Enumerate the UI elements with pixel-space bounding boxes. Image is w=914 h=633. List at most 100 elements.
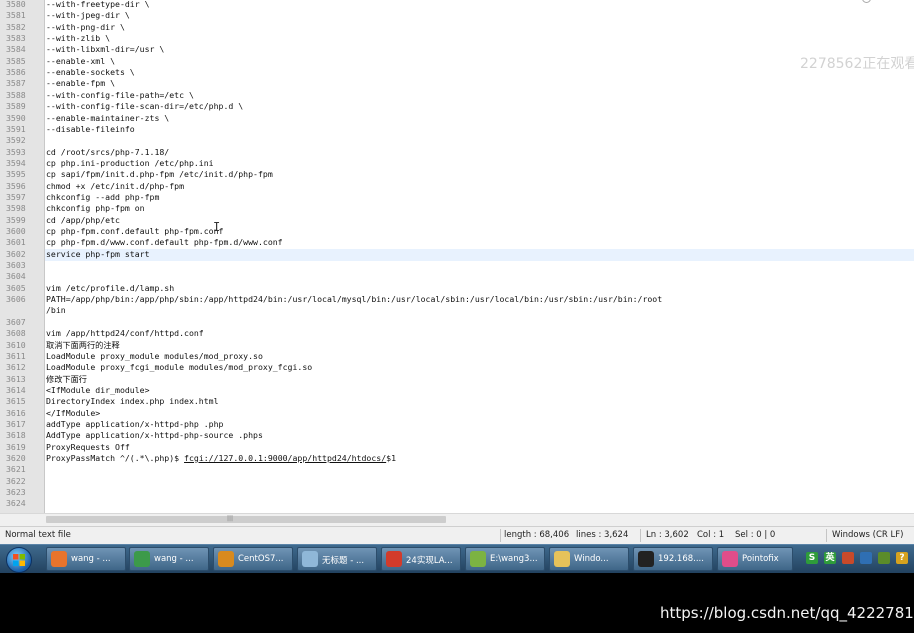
code-line[interactable]: cp php-fpm.conf.default php-fpm.conf: [46, 226, 223, 237]
code-line[interactable]: --with-png-dir \: [46, 22, 125, 33]
code-line[interactable]: --with-freetype-dir \: [46, 0, 150, 10]
line-number: 3613: [6, 373, 26, 384]
code-line[interactable]: --enable-sockets \: [46, 67, 135, 78]
line-number: 3585: [6, 55, 26, 66]
line-number: [0, 305, 44, 316]
code-line[interactable]: --with-config-file-path=/etc \: [46, 90, 194, 101]
code-line[interactable]: 修改下面行: [46, 374, 87, 385]
taskbar-button[interactable]: wang - ...: [129, 547, 209, 571]
code-line[interactable]: ProxyRequests Off: [46, 442, 130, 453]
tray-icon-5[interactable]: [878, 552, 890, 564]
code-line[interactable]: cp php.ini-production /etc/php.ini: [46, 158, 214, 169]
taskbar-button[interactable]: 192.168....: [633, 547, 713, 571]
tray-icon-6[interactable]: ?: [896, 552, 908, 564]
code-line[interactable]: <IfModule dir_module>: [46, 385, 150, 396]
code-line-text: LoadModule proxy_module modules/mod_prox…: [46, 350, 263, 361]
line-number: 3594: [6, 157, 26, 168]
taskbar-button[interactable]: 无标题 - ...: [297, 547, 377, 571]
start-button[interactable]: [6, 547, 32, 573]
status-length: length : 68,406: [504, 530, 570, 540]
code-line[interactable]: --with-jpeg-dir \: [46, 10, 130, 21]
taskbar-button-label: Pointofix: [742, 554, 779, 564]
code-line[interactable]: chmod +x /etc/init.d/php-fpm: [46, 181, 184, 192]
code-line[interactable]: </IfModule>: [46, 408, 100, 419]
taskbar-button[interactable]: CentOS7...: [213, 547, 293, 571]
code-line[interactable]: --enable-maintainer-zts \: [46, 113, 169, 124]
code-line-text: cd /app/php/etc: [46, 214, 120, 225]
tray-icon-3[interactable]: [842, 552, 854, 564]
line-number: 3624: [6, 498, 26, 509]
taskbar-button[interactable]: Windo...: [549, 547, 629, 571]
code-line[interactable]: cp sapi/fpm/init.d.php-fpm /etc/init.d/p…: [46, 169, 273, 180]
taskbar-button-label: E:\wang3...: [490, 554, 538, 564]
line-number: 3610: [6, 339, 26, 350]
code-line-text: --with-png-dir \: [46, 21, 125, 32]
taskbar-button[interactable]: 24实现LA...: [381, 547, 461, 571]
line-number: 3603: [6, 260, 26, 271]
code-line[interactable]: --enable-xml \: [46, 56, 115, 67]
taskbar-button[interactable]: Pointofix: [717, 547, 793, 571]
code-line-text: --with-freetype-dir \: [46, 0, 150, 9]
line-number: 3584: [6, 44, 26, 55]
line-number: 3591: [6, 123, 26, 134]
code-line[interactable]: --with-libxml-dir=/usr \: [46, 44, 164, 55]
notepadpp-icon: [470, 551, 486, 567]
code-line[interactable]: LoadModule proxy_fcgi_module modules/mod…: [46, 362, 312, 373]
code-link[interactable]: fcgi://127.0.0.1:9000/app/httpd24/htdocs…: [184, 453, 386, 463]
line-number: 3599: [6, 214, 26, 225]
code-line[interactable]: DirectoryIndex index.php index.html: [46, 396, 219, 407]
scrollbar-thumb[interactable]: [46, 516, 446, 523]
code-line[interactable]: /bin: [46, 305, 66, 316]
status-divider: [500, 529, 501, 542]
code-line[interactable]: cp php-fpm.d/www.conf.default php-fpm.d/…: [46, 237, 283, 248]
line-number: 3602: [6, 248, 26, 259]
code-line[interactable]: addType application/x-httpd-php .php: [46, 419, 223, 430]
scrollbar-grip-icon: |||: [227, 515, 234, 522]
text-cursor-icon: I: [213, 220, 221, 234]
lang-icon[interactable]: 英: [824, 552, 836, 564]
code-line-text: chkconfig php-fpm on: [46, 203, 145, 214]
code-line-text: cd /root/srcs/php-7.1.18/: [46, 146, 170, 157]
terminal-icon: [638, 551, 654, 567]
system-tray: S 英?: [800, 547, 914, 571]
code-line[interactable]: LoadModule proxy_module modules/mod_prox…: [46, 351, 263, 362]
code-line[interactable]: PATH=/app/php/bin:/app/php/sbin:/app/htt…: [46, 294, 662, 305]
code-line[interactable]: --disable-fileinfo: [46, 124, 135, 135]
taskbar-button[interactable]: wang - ...: [46, 547, 126, 571]
code-line[interactable]: vim /app/httpd24/conf/httpd.conf: [46, 328, 204, 339]
code-line[interactable]: service php-fpm start: [46, 249, 150, 260]
line-number: 3596: [6, 180, 26, 191]
code-line[interactable]: vim /etc/profile.d/lamp.sh: [46, 283, 174, 294]
code-line[interactable]: --enable-fpm \: [46, 78, 115, 89]
vmware-icon: [218, 551, 234, 567]
taskbar-button-label: 24实现LA...: [406, 556, 453, 566]
code-line[interactable]: AddType application/x-httpd-php-source .…: [46, 430, 263, 441]
code-line[interactable]: chkconfig php-fpm on: [46, 203, 145, 214]
text-editor[interactable]: 3580 3581 3582 3583 3584 3585 3586 3587 3588 3589…: [0, 0, 914, 513]
cursor-circle-icon: [862, 0, 871, 3]
code-line-text: --with-libxml-dir=/usr \: [46, 44, 165, 55]
taskbar-button[interactable]: E:\wang3...: [465, 547, 545, 571]
status-sel: Sel : 0 | 0: [735, 530, 776, 540]
horizontal-scrollbar[interactable]: |||: [0, 513, 914, 526]
line-number: 3589: [6, 101, 26, 112]
line-number: 3620: [6, 453, 26, 463]
pdf-icon: [386, 551, 402, 567]
code-line[interactable]: --with-zlib \: [46, 33, 110, 44]
status-eol: Windows (CR LF): [832, 530, 904, 540]
tray-icon-4[interactable]: [860, 552, 872, 564]
taskbar-button-label: Windo...: [574, 554, 609, 564]
line-number: 3622: [6, 475, 26, 486]
sogou-icon[interactable]: S: [806, 552, 818, 564]
code-line[interactable]: --with-config-file-scan-dir=/etc/php.d \: [46, 101, 243, 112]
code-line[interactable]: cd /app/php/etc: [46, 215, 120, 226]
code-line-text: cp php-fpm.conf.default php-fpm.conf: [46, 226, 224, 236]
code-line-text: cp php-fpm.d/www.conf.default php-fpm.d/…: [46, 237, 283, 248]
code-line[interactable]: chkconfig --add php-fpm: [46, 192, 159, 203]
code-line[interactable]: cd /root/srcs/php-7.1.18/: [46, 147, 169, 158]
code-line-tail: $1: [386, 453, 396, 463]
code-line-text: ProxyPassMatch ^/(.*\.php)$: [46, 453, 185, 463]
code-line[interactable]: 取消下面两行的注释: [46, 340, 120, 351]
code-line[interactable]: ProxyPassMatch ^/(.*\.php)$ fcgi://127.0…: [46, 453, 396, 464]
code-line-text: --enable-sockets \: [46, 67, 135, 78]
